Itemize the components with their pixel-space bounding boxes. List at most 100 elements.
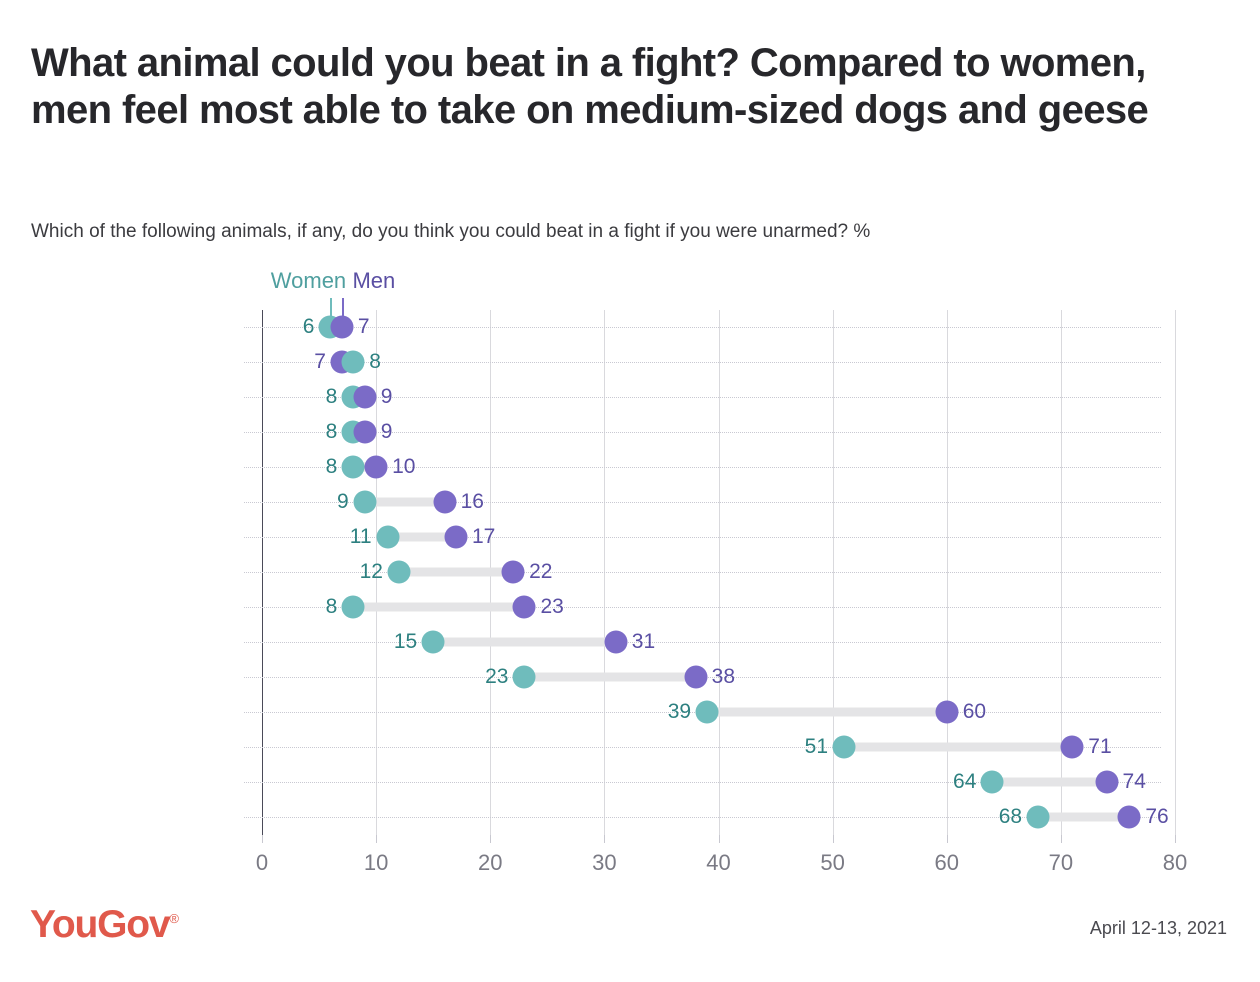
value-label-men: 9	[381, 420, 451, 444]
x-tickmark-60	[947, 835, 948, 843]
data-point-women[interactable]	[422, 631, 445, 654]
legend-label-men: Men	[352, 268, 395, 294]
value-label-women: 8	[369, 350, 439, 374]
value-label-women: 39	[621, 700, 691, 724]
category-label-text: Medium sized dog	[0, 700, 153, 724]
value-label-women: 8	[267, 385, 337, 409]
data-point-men[interactable]	[502, 561, 525, 584]
x-tickmark-40	[719, 835, 720, 843]
data-point-men[interactable]	[433, 491, 456, 514]
data-point-women[interactable]	[696, 701, 719, 724]
value-label-men: 31	[632, 630, 702, 654]
value-label-men: 38	[712, 665, 782, 689]
x-axis-tick-label: 20	[478, 850, 502, 876]
data-point-women[interactable]	[1027, 806, 1050, 829]
data-point-women[interactable]	[342, 456, 365, 479]
category-label: Chimpanzee	[0, 560, 153, 584]
data-point-men[interactable]	[1118, 806, 1141, 829]
category-label-text: Grizzly bear	[0, 315, 153, 339]
connector-bar	[399, 568, 513, 577]
value-label-women: 23	[438, 665, 508, 689]
data-point-men[interactable]	[604, 631, 627, 654]
data-point-women[interactable]	[981, 771, 1004, 794]
data-point-men[interactable]	[1095, 771, 1118, 794]
x-axis-tick-label: 0	[256, 850, 268, 876]
data-point-women[interactable]	[387, 561, 410, 584]
category-label: Medium sized dog	[0, 700, 153, 724]
value-label-women: 51	[758, 735, 828, 759]
connector-bar	[992, 778, 1106, 787]
x-tickmark-20	[490, 835, 491, 843]
category-label-text: Wolf	[0, 490, 153, 514]
value-label-men: 7	[256, 350, 326, 374]
data-point-women[interactable]	[376, 526, 399, 549]
x-axis-tick-label: 80	[1163, 850, 1187, 876]
data-point-men[interactable]	[513, 596, 536, 619]
value-label-women: 9	[279, 490, 349, 514]
x-axis-tick-label: 30	[592, 850, 616, 876]
data-point-men[interactable]	[1061, 736, 1084, 759]
value-label-men: 74	[1123, 770, 1193, 794]
value-label-men: 60	[963, 700, 1033, 724]
value-label-men: 7	[358, 315, 428, 339]
data-point-women[interactable]	[342, 351, 365, 374]
connector-bar	[844, 743, 1072, 752]
value-label-women: 8	[267, 595, 337, 619]
category-label-text: Goose	[0, 735, 153, 759]
value-label-women: 8	[267, 455, 337, 479]
category-label: Large dog	[0, 630, 153, 654]
value-label-women: 6	[244, 315, 314, 339]
plot-area: 01020304050607080Grizzly bear67Lion78Ele…	[262, 310, 1175, 835]
value-label-men: 76	[1145, 805, 1215, 829]
category-label-text: Kangaroo	[0, 525, 153, 549]
data-point-men[interactable]	[445, 526, 468, 549]
category-label: Elephant	[0, 385, 153, 409]
data-point-women[interactable]	[513, 666, 536, 689]
data-point-men[interactable]	[353, 386, 376, 409]
value-label-men: 22	[529, 560, 599, 584]
data-point-women[interactable]	[342, 596, 365, 619]
connector-bar	[353, 603, 524, 612]
x-tickmark-10	[376, 835, 377, 843]
category-label: Rat	[0, 805, 153, 829]
survey-date: April 12-13, 2021	[1090, 918, 1227, 939]
connector-bar	[707, 708, 947, 717]
value-label-women: 15	[347, 630, 417, 654]
category-label: Crocodile	[0, 455, 153, 479]
data-point-men[interactable]	[684, 666, 707, 689]
category-label-text: Crocodile	[0, 455, 153, 479]
data-point-men[interactable]	[935, 701, 958, 724]
category-label-text: Large dog	[0, 630, 153, 654]
legend-connector-women	[330, 298, 332, 320]
value-label-men: 17	[472, 525, 542, 549]
x-gridline-80	[1175, 310, 1176, 835]
category-label-text: King Cobra	[0, 595, 153, 619]
data-point-women[interactable]	[833, 736, 856, 759]
category-label-text: Eagle	[0, 665, 153, 689]
category-label: Goose	[0, 735, 153, 759]
data-point-men[interactable]	[353, 421, 376, 444]
category-label-text: Gorilla	[0, 420, 153, 444]
x-axis-tick-label: 10	[364, 850, 388, 876]
x-tickmark-80	[1175, 835, 1176, 843]
category-label: King Cobra	[0, 595, 153, 619]
row-gridline	[244, 817, 1161, 818]
value-label-men: 9	[381, 385, 451, 409]
category-label-text: Elephant	[0, 385, 153, 409]
value-label-men: 71	[1088, 735, 1158, 759]
registered-mark-icon: ®	[169, 911, 177, 926]
data-point-women[interactable]	[353, 491, 376, 514]
connector-bar	[1038, 813, 1129, 822]
x-axis-tick-label: 70	[1049, 850, 1073, 876]
category-label-text: Chimpanzee	[0, 560, 153, 584]
category-label: Wolf	[0, 490, 153, 514]
legend-label-women: Women	[271, 268, 346, 294]
data-point-men[interactable]	[365, 456, 388, 479]
category-label: Kangaroo	[0, 525, 153, 549]
value-label-women: 68	[952, 805, 1022, 829]
value-label-men: 10	[392, 455, 462, 479]
logo-text: YouGov	[30, 903, 169, 946]
x-axis-tick-label: 40	[706, 850, 730, 876]
category-label-text: Rat	[0, 805, 153, 829]
value-label-men: 16	[461, 490, 531, 514]
